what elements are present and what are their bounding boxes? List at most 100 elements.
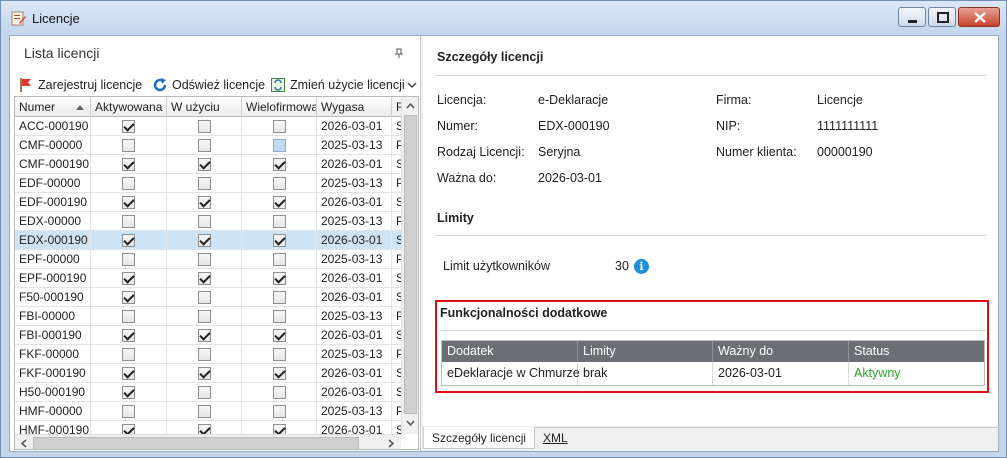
checkbox-aktywowana[interactable] [122,272,135,285]
column-header-wielofirmowa[interactable]: Wielofirmowa [242,97,317,117]
scroll-down-icon[interactable] [406,419,415,427]
checkbox-wielofirmowa[interactable] [273,329,286,342]
checkbox-wielofirmowa[interactable] [273,405,286,418]
checkbox-w-uzyciu[interactable] [198,158,211,171]
table-row[interactable]: EDX-000190 2026-03-01S [15,231,401,250]
tab-xml[interactable]: XML [535,427,576,449]
checkbox-wielofirmowa[interactable] [273,139,286,152]
checkbox-w-uzyciu[interactable] [198,405,211,418]
cell-akt [91,250,167,268]
checkbox-aktywowana[interactable] [122,367,135,380]
checkbox-w-uzyciu[interactable] [198,367,211,380]
checkbox-aktywowana[interactable] [122,215,135,228]
checkbox-aktywowana[interactable] [122,348,135,361]
checkbox-wielofirmowa[interactable] [273,386,286,399]
addons-column-dodatek[interactable]: Dodatek [442,341,578,362]
close-button[interactable] [958,7,1000,27]
checkbox-aktywowana[interactable] [122,310,135,323]
scroll-left-icon[interactable] [20,439,28,448]
refresh-licenses-button[interactable]: Odśwież licencje [152,74,265,96]
table-row[interactable]: HMF-000190 2026-03-01S [15,421,401,434]
checkbox-wielofirmowa[interactable] [273,120,286,133]
checkbox-aktywowana[interactable] [122,196,135,209]
addons-column-status[interactable]: Status [849,341,984,362]
column-header-w-uzyciu[interactable]: W użyciu [167,97,242,117]
checkbox-wielofirmowa[interactable] [273,348,286,361]
maximize-button[interactable] [928,7,956,27]
checkbox-wielofirmowa[interactable] [273,158,286,171]
table-row[interactable]: F50-000190 2026-03-01S [15,288,401,307]
checkbox-aktywowana[interactable] [122,386,135,399]
checkbox-w-uzyciu[interactable] [198,272,211,285]
checkbox-wielofirmowa[interactable] [273,291,286,304]
checkbox-aktywowana[interactable] [122,120,135,133]
checkbox-aktywowana[interactable] [122,405,135,418]
checkbox-wielofirmowa[interactable] [273,215,286,228]
pin-icon[interactable] [394,48,404,58]
checkbox-w-uzyciu[interactable] [198,291,211,304]
table-row[interactable]: HMF-00000 2025-03-13P [15,402,401,421]
table-row[interactable]: CMF-000190 2026-03-01S [15,155,401,174]
checkbox-aktywowana[interactable] [122,253,135,266]
checkbox-aktywowana[interactable] [122,158,135,171]
horizontal-scrollbar[interactable] [15,434,401,449]
table-row[interactable]: EDF-000190 2026-03-01S [15,193,401,212]
scroll-up-icon[interactable] [406,102,415,110]
checkbox-w-uzyciu[interactable] [198,120,211,133]
checkbox-w-uzyciu[interactable] [198,386,211,399]
checkbox-wielofirmowa[interactable] [273,253,286,266]
table-row[interactable]: FBI-000190 2026-03-01S [15,326,401,345]
column-header-wygasa[interactable]: Wygasa [317,97,392,117]
checkbox-w-uzyciu[interactable] [198,424,211,434]
minimize-button[interactable] [898,7,926,27]
checkbox-wielofirmowa[interactable] [273,310,286,323]
table-row[interactable]: EDF-00000 2025-03-13P [15,174,401,193]
checkbox-aktywowana[interactable] [122,234,135,247]
checkbox-wielofirmowa[interactable] [273,234,286,247]
checkbox-aktywowana[interactable] [122,291,135,304]
cell-wf [242,269,317,287]
table-row[interactable]: H50-000190 2026-03-01S [15,383,401,402]
checkbox-aktywowana[interactable] [122,329,135,342]
table-row[interactable]: EDX-00000 2025-03-13P [15,212,401,231]
checkbox-w-uzyciu[interactable] [198,234,211,247]
checkbox-w-uzyciu[interactable] [198,348,211,361]
table-row[interactable]: FKF-00000 2025-03-13P [15,345,401,364]
register-licenses-button[interactable]: Zarejestruj licencje [18,74,142,96]
checkbox-w-uzyciu[interactable] [198,196,211,209]
checkbox-w-uzyciu[interactable] [198,329,211,342]
checkbox-w-uzyciu[interactable] [198,310,211,323]
scroll-right-icon[interactable] [387,439,395,448]
table-row[interactable]: FBI-00000 2025-03-13P [15,307,401,326]
checkbox-wielofirmowa[interactable] [273,367,286,380]
checkbox-aktywowana[interactable] [122,424,135,434]
tab-license-details[interactable]: Szczegóły licencji [423,427,536,449]
checkbox-wielofirmowa[interactable] [273,177,286,190]
checkbox-aktywowana[interactable] [122,177,135,190]
table-row[interactable]: EPF-000190 2026-03-01S [15,269,401,288]
checkbox-wielofirmowa[interactable] [273,272,286,285]
info-icon[interactable]: i [634,259,649,274]
checkbox-w-uzyciu[interactable] [198,177,211,190]
horizontal-scroll-thumb[interactable] [33,437,359,449]
chevron-down-icon[interactable] [407,80,417,90]
table-row[interactable]: CMF-00000 2025-03-13P [15,136,401,155]
change-usage-button[interactable]: Zmień użycie licencji [270,74,405,96]
checkbox-w-uzyciu[interactable] [198,139,211,152]
column-header-aktywowana[interactable]: Aktywowana [91,97,167,117]
table-row[interactable]: EPF-00000 2025-03-13P [15,250,401,269]
checkbox-wielofirmowa[interactable] [273,424,286,434]
cell-numer: HMF-00000 [15,402,91,420]
vertical-scrollbar[interactable] [401,97,418,434]
checkbox-aktywowana[interactable] [122,139,135,152]
vertical-scroll-thumb[interactable] [404,115,417,414]
table-row[interactable]: ACC-000190 2026-03-01S [15,117,401,136]
checkbox-w-uzyciu[interactable] [198,253,211,266]
column-header-numer[interactable]: Numer [15,97,91,117]
table-row[interactable]: FKF-000190 2026-03-01S [15,364,401,383]
addons-column-limity[interactable]: Limity [578,341,713,362]
addons-column-wazny-do[interactable]: Ważny do [713,341,849,362]
cell-wygasa: 2026-03-01 [317,269,392,287]
checkbox-w-uzyciu[interactable] [198,215,211,228]
checkbox-wielofirmowa[interactable] [273,196,286,209]
